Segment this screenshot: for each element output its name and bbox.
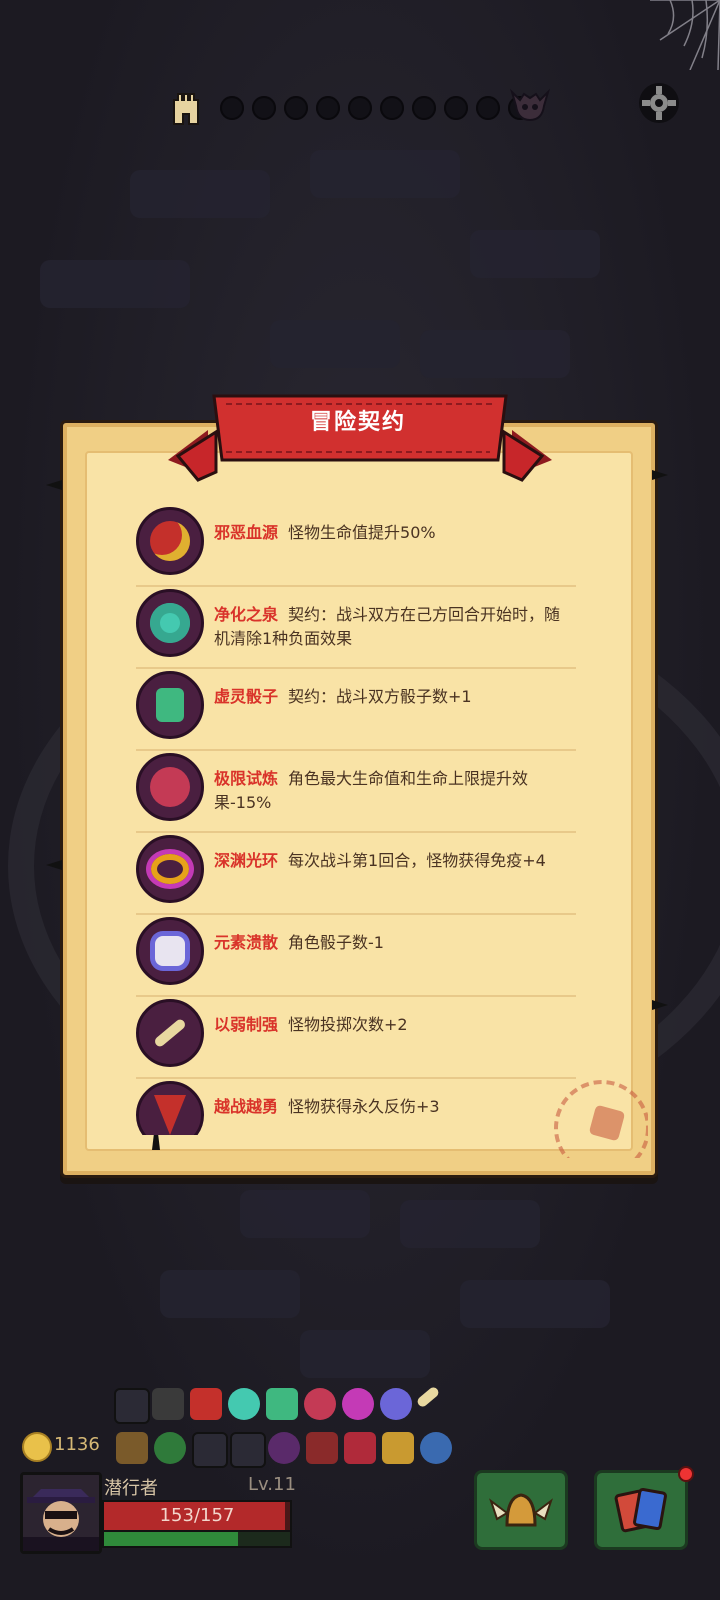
panel-title: 冒险契约 [309, 410, 406, 435]
heart-lock-icon[interactable] [304, 1388, 336, 1420]
scroll-spike [652, 1000, 668, 1010]
blood-chalice-icon [136, 507, 204, 575]
contract-item[interactable]: 邪恶血源 怪物生命值提升50% [136, 505, 576, 587]
progress-node [412, 96, 436, 120]
contract-desc: 角色骰子数-1 [288, 933, 384, 952]
ghost-dice-icon [136, 671, 204, 739]
relic-slot-icon[interactable] [306, 1432, 338, 1464]
castle-icon [173, 93, 199, 125]
player-avatar[interactable] [20, 1472, 102, 1554]
contract-name: 邪恶血源 [214, 523, 279, 542]
scroll-spike [652, 470, 668, 480]
progress-node [380, 96, 404, 120]
blood-chalice-icon[interactable] [190, 1388, 222, 1420]
contract-item[interactable]: 净化之泉 契约：战斗双方在己方回合开始时，随机清除1种负面效果 [136, 587, 576, 669]
hp-bar: 153/157 [102, 1500, 292, 1532]
xp-bar [102, 1530, 292, 1548]
coin-icon [22, 1432, 52, 1462]
heart-lock-icon [136, 753, 204, 821]
coin-count: 1136 [54, 1434, 100, 1455]
contract-item[interactable]: 以弱制强 怪物投掷次数+2 [136, 997, 576, 1079]
contract-desc: 怪物生命值提升50% [288, 523, 436, 542]
contract-name: 虚灵骰子 [214, 687, 279, 706]
hp-text: 153/157 [159, 1505, 235, 1526]
contract-desc: 每次战斗第1回合，怪物获得免疫+4 [288, 851, 546, 870]
contract-name: 越战越勇 [214, 1097, 279, 1116]
progress-node [348, 96, 372, 120]
contract-item[interactable]: 越战越勇 怪物获得永久反伤+3 [136, 1079, 576, 1135]
winged-helmet-icon [489, 1493, 553, 1527]
rogue-portrait-icon [23, 1475, 99, 1551]
progress-node [316, 96, 340, 120]
broken-dice-icon [136, 917, 204, 985]
contract-item[interactable]: 深渊光环 每次战斗第1回合，怪物获得免疫+4 [136, 833, 576, 915]
contract-list: 邪恶血源 怪物生命值提升50% 净化之泉 契约：战斗双方在己方回合开始时，随机清除1… [136, 505, 576, 1135]
contract-name: 净化之泉 [214, 605, 279, 624]
purify-spring-icon[interactable] [228, 1388, 260, 1420]
progress-node [476, 96, 500, 120]
scroll-spike [46, 860, 62, 870]
progress-node [220, 96, 244, 120]
contract-item[interactable]: 极限试炼 角色最大生命值和生命上限提升效果-15% [136, 751, 576, 833]
card-deck-button[interactable] [594, 1470, 688, 1550]
contract-name: 元素溃散 [214, 933, 279, 952]
cobweb-icon [650, 0, 720, 70]
relic-slot-icon[interactable] [192, 1432, 228, 1468]
relic-slot-icon[interactable] [268, 1432, 300, 1464]
settings-gear-icon[interactable] [636, 80, 682, 126]
relic-slot-icon[interactable] [344, 1432, 376, 1464]
relic-slot-icon[interactable] [230, 1432, 266, 1468]
contract-name: 极限试炼 [214, 769, 279, 788]
relic-slot-icon[interactable] [116, 1432, 148, 1464]
xp-fill [104, 1532, 238, 1546]
bone-icon[interactable] [415, 1385, 441, 1409]
contract-desc: 契约：战斗双方骰子数+1 [288, 687, 472, 706]
player-name: 潜行者 [104, 1478, 158, 1499]
contract-desc: 怪物投掷次数+2 [288, 1015, 408, 1034]
contract-desc: 怪物获得永久反伤+3 [288, 1097, 440, 1116]
abyss-halo-icon [136, 835, 204, 903]
progress-node [284, 96, 308, 120]
boss-skull-icon [509, 88, 551, 122]
relic-slot-icon[interactable] [154, 1432, 186, 1464]
relic-slot-icon[interactable] [382, 1432, 414, 1464]
relic-slot-icon[interactable] [152, 1388, 184, 1420]
player-level: Lv.11 [248, 1474, 296, 1495]
progress-node [252, 96, 276, 120]
dungeon-progress-bar [0, 0, 720, 160]
contract-item[interactable]: 虚灵骰子 契约：战斗双方骰子数+1 [136, 669, 576, 751]
contract-name: 深渊光环 [214, 851, 279, 870]
wax-stamp-icon [554, 1080, 648, 1158]
progress-node [444, 96, 468, 120]
broken-dice-icon[interactable] [380, 1388, 412, 1420]
contract-item[interactable]: 元素溃散 角色骰子数-1 [136, 915, 576, 997]
relic-slot-icon[interactable] [114, 1388, 150, 1424]
bone-icon [136, 999, 204, 1067]
scroll-spike [46, 480, 62, 490]
abyss-halo-icon[interactable] [342, 1388, 374, 1420]
equipment-helmet-button[interactable] [474, 1470, 568, 1550]
notification-dot [678, 1466, 694, 1482]
purify-spring-icon [136, 589, 204, 657]
cards-icon [614, 1487, 667, 1533]
relic-bar [110, 1385, 452, 1478]
ghost-dice-icon[interactable] [266, 1388, 298, 1420]
contract-name: 以弱制强 [214, 1015, 279, 1034]
relic-slot-icon[interactable] [420, 1432, 452, 1464]
thorn-shield-icon [136, 1081, 204, 1135]
